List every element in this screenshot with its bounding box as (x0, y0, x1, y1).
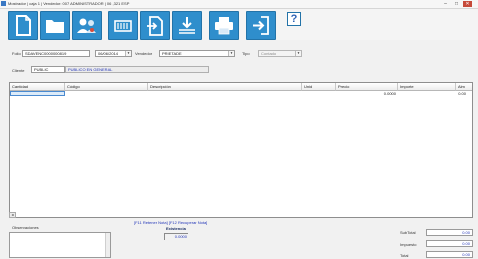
hotkeys-hint: [F11 Retener Nota] [F12 Recuperar Nota] (134, 220, 208, 225)
date-picker[interactable]: 06/06/2014 ▼ (95, 50, 132, 57)
observaciones-label: Observaciones (12, 225, 39, 230)
app-icon (1, 1, 6, 6)
download-icon (179, 17, 195, 34)
column-header-cantidad[interactable]: Cantidad (10, 83, 65, 91)
precio-cell[interactable]: 0.0000 (336, 91, 396, 96)
total-value: 0.00 (426, 251, 473, 258)
date-value: 06/06/2014 (98, 51, 119, 56)
cliente-label: Cliente (12, 68, 25, 73)
customers-button[interactable] (72, 11, 102, 40)
cliente-name-display: PUBLICO EN GENERAL (65, 66, 209, 73)
cliente-code-input[interactable]: PUBLIC (31, 66, 65, 73)
close-button[interactable]: ✕ (463, 1, 472, 7)
column-header-codigo[interactable]: Código (65, 83, 148, 91)
new-document-button[interactable] (8, 11, 38, 40)
vendedor-value: PRIETADE (162, 51, 182, 56)
cantidad-cell[interactable] (10, 91, 65, 96)
column-header-precio[interactable]: Precio (336, 83, 398, 91)
existencia-value: 0.0000 (164, 233, 188, 240)
impuesto-label: Impuesto (400, 242, 417, 247)
minimize-button[interactable]: – (441, 1, 450, 7)
print-button[interactable] (209, 11, 239, 40)
maximize-button[interactable]: □ (452, 1, 461, 7)
window-title: Mostrador | caja 1 | Vendedor: 007 ADMIN… (8, 1, 130, 6)
import-icon (147, 16, 163, 36)
title-bar: Mostrador | caja 1 | Vendedor: 007 ADMIN… (0, 0, 478, 9)
keypad-button[interactable] (108, 11, 138, 40)
subtotal-label: SubTotal (400, 230, 416, 235)
toolbar: ? (0, 9, 478, 40)
observaciones-scrollbar[interactable] (105, 233, 110, 257)
import-button[interactable] (140, 11, 170, 40)
scroll-left-button[interactable]: ◂ (9, 212, 16, 218)
tipo-value: Contado (261, 51, 277, 56)
importe-cell[interactable]: 0.00 (398, 91, 466, 96)
chevron-down-icon[interactable]: ▼ (125, 51, 131, 56)
tipo-label: Tipo (242, 51, 250, 56)
exit-icon (253, 16, 269, 35)
keypad-icon (114, 20, 132, 32)
tipo-select[interactable]: Contado ▼ (258, 50, 302, 57)
download-button[interactable] (172, 11, 202, 40)
items-table[interactable]: Cantidad Código Descripción Unid Precio … (9, 82, 473, 218)
help-button[interactable]: ? (287, 12, 301, 26)
folio-input[interactable]: SDAVENC0000000819 (22, 50, 90, 57)
vendedor-label: Vendedor (135, 51, 153, 56)
folio-label: Folio (12, 51, 21, 56)
new-document-icon (16, 15, 31, 36)
folder-icon (46, 20, 64, 33)
users-icon (77, 18, 96, 33)
open-folder-button[interactable] (40, 11, 70, 40)
column-header-importe[interactable]: Importe (398, 83, 456, 91)
total-label: Total (400, 253, 409, 258)
column-header-alm[interactable]: Alm (456, 83, 472, 91)
subtotal-value: 0.00 (426, 229, 473, 236)
chevron-down-icon[interactable]: ▼ (295, 51, 301, 56)
existencia-label: Existencia (166, 226, 186, 231)
column-header-unid[interactable]: Unid (302, 83, 336, 91)
printer-icon (215, 17, 233, 35)
exit-button[interactable] (246, 11, 276, 40)
vendedor-select[interactable]: PRIETADE ▼ (159, 50, 235, 57)
impuesto-value: 0.00 (426, 240, 473, 247)
column-header-descripcion[interactable]: Descripción (148, 83, 302, 91)
chevron-down-icon[interactable]: ▼ (228, 51, 234, 56)
observaciones-textarea[interactable] (9, 232, 111, 258)
